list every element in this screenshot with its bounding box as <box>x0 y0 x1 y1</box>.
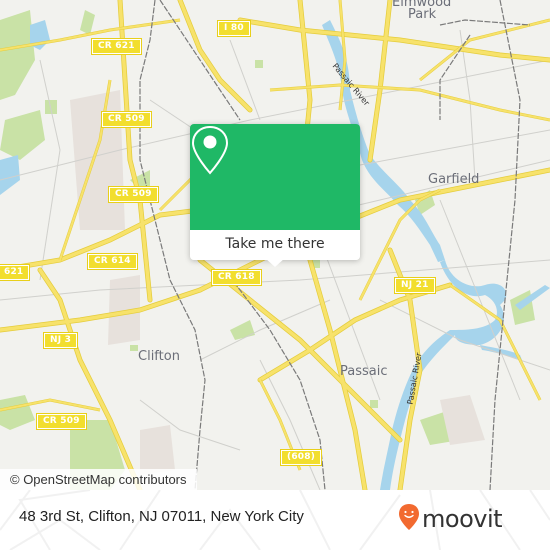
moovit-pin-smiley-icon <box>398 503 420 535</box>
address-text: 48 3rd St, Clifton, NJ 07011, New York C… <box>19 508 304 525</box>
popup-header <box>190 124 360 230</box>
footer: 48 3rd St, Clifton, NJ 07011, New York C… <box>0 490 550 550</box>
place-label-clifton: Clifton <box>138 349 180 364</box>
moovit-logo[interactable]: moovit <box>398 500 503 538</box>
location-popup: Take me there <box>190 124 360 267</box>
road-shield-cr509: CR 509 <box>101 111 152 128</box>
road-shield-621: 621 <box>0 264 31 281</box>
road-shield-cr509: CR 509 <box>36 413 87 430</box>
place-label-garfield: Garfield <box>428 172 480 187</box>
road-shield-nj21: NJ 21 <box>394 277 436 294</box>
road-shield-cr614: CR 614 <box>87 253 138 270</box>
road-shield-cr509: CR 509 <box>108 186 159 203</box>
road-shield-i80: I 80 <box>217 20 251 37</box>
map-view[interactable]: I 80 CR 621 CR 509 CR 509 CR 614 621 CR … <box>0 0 550 490</box>
road-shield-cr621: CR 621 <box>91 38 142 55</box>
road-shield-nj3: NJ 3 <box>42 332 79 349</box>
place-label-passaic: Passaic <box>340 364 388 379</box>
road-shield-608: (608) <box>279 449 323 466</box>
take-me-there-button[interactable]: Take me there <box>190 230 360 260</box>
place-label-park: Park <box>408 7 437 22</box>
moovit-wordmark: moovit <box>422 505 503 533</box>
popup-pointer <box>265 258 285 267</box>
map-attribution[interactable]: © OpenStreetMap contributors <box>0 469 197 490</box>
road-shield-cr618: CR 618 <box>211 269 262 286</box>
